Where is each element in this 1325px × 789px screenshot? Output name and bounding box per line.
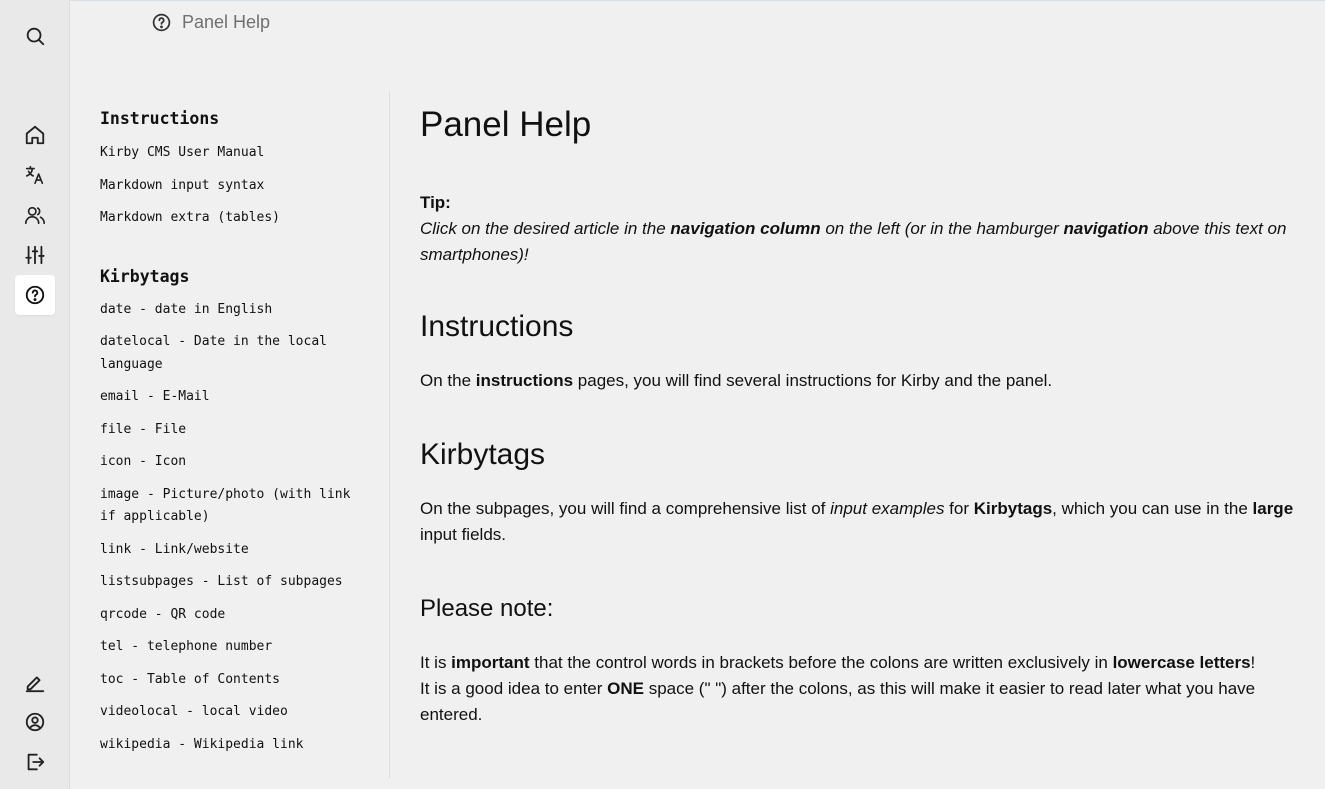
nav-link[interactable]: Markdown extra (tables) <box>100 207 370 230</box>
nav-link[interactable]: tel - telephone number <box>100 636 370 659</box>
nav-link[interactable]: link - Link/website <box>100 539 370 562</box>
sliders-icon <box>25 245 45 265</box>
help-circle-icon <box>152 13 171 31</box>
search-button[interactable] <box>15 16 55 56</box>
menu-item-settings[interactable] <box>15 235 55 275</box>
nav-group-heading: Instructions <box>100 109 220 128</box>
nav-link[interactable]: image - Picture/photo (with link if appl… <box>100 484 370 529</box>
article-content: Panel Help Tip: Click on the desired art… <box>420 100 1310 728</box>
menu-item-account[interactable] <box>15 702 55 742</box>
nav-link[interactable]: datelocal - Date in the local language <box>100 331 370 376</box>
help-circle-icon <box>25 285 45 305</box>
top-border <box>0 0 1325 1</box>
nav-link[interactable]: date - date in English <box>100 299 370 322</box>
tip-label: Tip: <box>420 193 451 212</box>
home-icon <box>25 125 45 145</box>
nav-link[interactable]: toc - Table of Contents <box>100 669 370 692</box>
nav-link[interactable]: Markdown input syntax <box>100 175 370 198</box>
menu-item-users[interactable] <box>15 195 55 235</box>
page-title: Panel Help <box>420 105 592 144</box>
panel-menu <box>0 0 70 789</box>
breadcrumb[interactable]: Panel Help <box>151 11 270 33</box>
nav-link[interactable]: videolocal - local video <box>100 701 370 724</box>
nav-link[interactable]: listsubpages - List of subpages <box>100 571 370 594</box>
pencil-icon <box>25 676 45 693</box>
users-icon <box>25 206 45 225</box>
menu-item-home[interactable] <box>15 115 55 155</box>
column-divider <box>389 92 390 778</box>
kirbytags-paragraph: On the subpages, you will find a compreh… <box>420 499 1294 544</box>
translate-icon <box>25 165 44 185</box>
tip-text: Click on the desired article in the navi… <box>420 219 1287 264</box>
nav-link[interactable]: wikipedia - Wikipedia link <box>100 734 370 757</box>
nav-link[interactable]: file - File <box>100 419 370 442</box>
section-heading-kirbytags: Kirbytags <box>420 438 546 471</box>
nav-link[interactable]: Kirby CMS User Manual <box>100 142 370 165</box>
search-icon <box>26 27 45 46</box>
menu-item-edit[interactable] <box>15 662 55 702</box>
nav-link[interactable]: icon - Icon <box>100 451 370 474</box>
instructions-paragraph: On the instructions pages, you will find… <box>420 371 1053 390</box>
section-heading-instructions: Instructions <box>420 310 574 343</box>
nav-link[interactable]: email - E-Mail <box>100 386 370 409</box>
menu-item-languages[interactable] <box>15 155 55 195</box>
article-navigation: Instructions Kirby CMS User Manual Markd… <box>100 108 370 756</box>
nav-list-instructions: Kirby CMS User Manual Markdown input syn… <box>100 142 370 230</box>
section-heading-note: Please note: <box>420 595 554 622</box>
user-circle-icon <box>25 712 45 732</box>
breadcrumb-label: Panel Help <box>182 11 271 32</box>
menu-item-logout[interactable] <box>15 742 55 782</box>
note-paragraph: It is important that the control words i… <box>420 653 1256 724</box>
logout-icon <box>27 753 45 771</box>
menu-item-help[interactable] <box>15 275 55 315</box>
nav-link[interactable]: qrcode - QR code <box>100 604 370 627</box>
nav-list-kirbytags: date - date in English datelocal - Date … <box>100 299 370 757</box>
nav-group-heading: Kirbytags <box>100 266 190 286</box>
